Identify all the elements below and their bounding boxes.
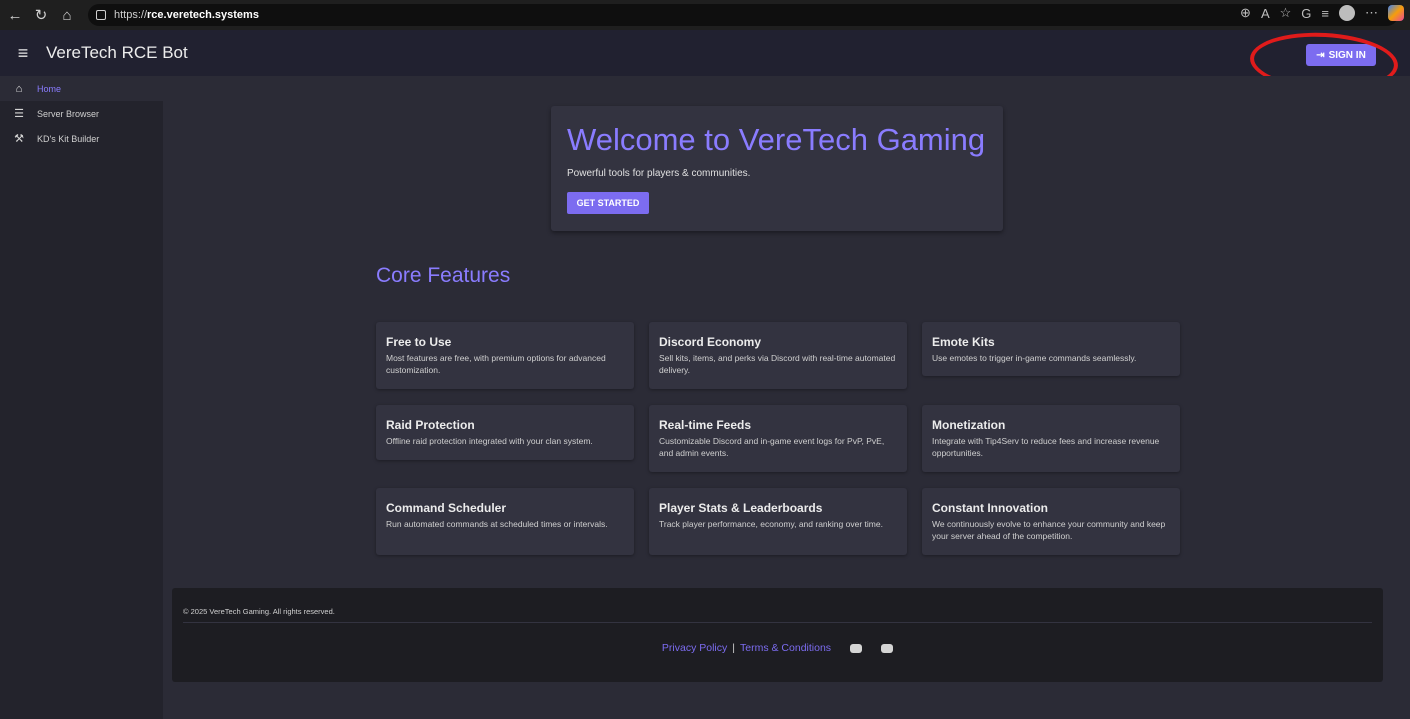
footer-separator: | — [732, 642, 736, 654]
feature-desc: Sell kits, items, and perks via Discord … — [659, 353, 896, 375]
back-icon[interactable]: ← — [4, 7, 26, 24]
feature-card: Free to Use Most features are free, with… — [376, 322, 634, 389]
more-options-icon[interactable]: ⋯ — [1365, 5, 1378, 21]
feature-card: Raid Protection Offline raid protection … — [376, 405, 634, 460]
feature-card: Monetization Integrate with Tip4Serv to … — [922, 405, 1180, 472]
profile-avatar[interactable] — [1339, 5, 1355, 21]
app-header: ≡ VereTech RCE Bot ⇥ SIGN IN — [0, 30, 1410, 76]
sidebar-item-label: Server Browser — [37, 108, 100, 119]
footer-divider — [183, 622, 1372, 623]
features-title: Core Features — [376, 264, 511, 287]
feature-title: Free to Use — [386, 335, 452, 349]
sidebar-item-label: Home — [37, 83, 62, 94]
feature-desc: Offline raid protection integrated with … — [386, 436, 593, 446]
feature-desc: Track player performance, economy, and r… — [659, 519, 883, 529]
feature-desc: Most features are free, with premium opt… — [386, 353, 606, 375]
feature-title: Constant Innovation — [932, 501, 1048, 515]
feature-card: Emote Kits Use emotes to trigger in-game… — [922, 322, 1180, 376]
tools-icon: ⚒ — [14, 133, 24, 145]
favorite-star-icon[interactable]: ☆ — [1280, 5, 1292, 21]
privacy-policy-link[interactable]: Privacy Policy — [662, 642, 727, 654]
get-started-button[interactable]: GET STARTED — [567, 192, 649, 214]
feature-desc: Use emotes to trigger in-game commands s… — [932, 353, 1137, 363]
sidebar: ⌂ Home ☰ Server Browser ⚒ KD's Kit Build… — [0, 76, 163, 719]
feature-title: Monetization — [932, 418, 1006, 432]
copyright-text: © 2025 VereTech Gaming. All rights reser… — [183, 607, 335, 616]
extension-icon[interactable]: G — [1301, 6, 1311, 21]
home-browser-icon[interactable]: ⌂ — [56, 7, 78, 24]
feature-title: Real-time Feeds — [659, 418, 752, 432]
favorites-list-icon[interactable]: ≡ — [1321, 6, 1329, 21]
feature-desc: Integrate with Tip4Serv to reduce fees a… — [932, 436, 1160, 458]
address-bar[interactable]: https:// rce.veretech.systems — [88, 4, 1398, 26]
youtube-icon[interactable] — [881, 643, 894, 653]
url-host: rce.veretech.systems — [147, 9, 259, 21]
hero-subtitle: Powerful tools for players & communities… — [567, 168, 751, 179]
lock-icon — [96, 10, 106, 20]
zoom-icon[interactable]: ⊕ — [1240, 5, 1251, 21]
feature-desc: We continuously evolve to enhance your c… — [932, 519, 1166, 541]
url-protocol: https:// — [114, 9, 148, 21]
browser-toolbar: ← ↻ ⌂ https:// rce.veretech.systems ⊕ A … — [0, 0, 1410, 30]
feature-title: Emote Kits — [932, 335, 995, 349]
footer-links: Privacy Policy | Terms & Conditions — [172, 642, 1383, 654]
refresh-icon[interactable]: ↻ — [30, 6, 52, 24]
feature-card: Command Scheduler Run automated commands… — [376, 488, 634, 555]
terms-link[interactable]: Terms & Conditions — [740, 642, 831, 654]
hamburger-menu-icon[interactable]: ≡ — [8, 43, 38, 64]
feature-desc: Run automated commands at scheduled time… — [386, 519, 608, 529]
feature-title: Player Stats & Leaderboards — [659, 501, 823, 515]
feature-card: Discord Economy Sell kits, items, and pe… — [649, 322, 907, 389]
sidebar-item-kit-builder[interactable]: ⚒ KD's Kit Builder — [0, 126, 163, 151]
sidebar-item-label: KD's Kit Builder — [37, 133, 100, 144]
hero-card: Welcome to VereTech Gaming Powerful tool… — [551, 106, 1003, 231]
sidebar-item-home[interactable]: ⌂ Home — [0, 76, 163, 101]
footer: © 2025 VereTech Gaming. All rights reser… — [172, 588, 1383, 682]
discord-icon[interactable] — [850, 643, 863, 653]
app-title: VereTech RCE Bot — [46, 43, 188, 62]
browser-actions: ⊕ A ☆ G ≡ ⋯ — [1240, 5, 1404, 21]
copilot-icon[interactable] — [1388, 5, 1404, 21]
feature-title: Command Scheduler — [386, 501, 507, 515]
sidebar-item-server-browser[interactable]: ☰ Server Browser — [0, 101, 163, 126]
feature-title: Raid Protection — [386, 418, 475, 432]
home-icon: ⌂ — [15, 82, 23, 95]
feature-card: Constant Innovation We continuously evol… — [922, 488, 1180, 555]
feature-card: Real-time Feeds Customizable Discord and… — [649, 405, 907, 472]
feature-card: Player Stats & Leaderboards Track player… — [649, 488, 907, 555]
read-aloud-icon[interactable]: A — [1261, 6, 1270, 21]
feature-desc: Customizable Discord and in-game event l… — [659, 436, 885, 458]
list-icon: ☰ — [14, 108, 24, 120]
feature-title: Discord Economy — [659, 335, 762, 349]
hero-title: Welcome to VereTech Gaming — [567, 122, 986, 157]
